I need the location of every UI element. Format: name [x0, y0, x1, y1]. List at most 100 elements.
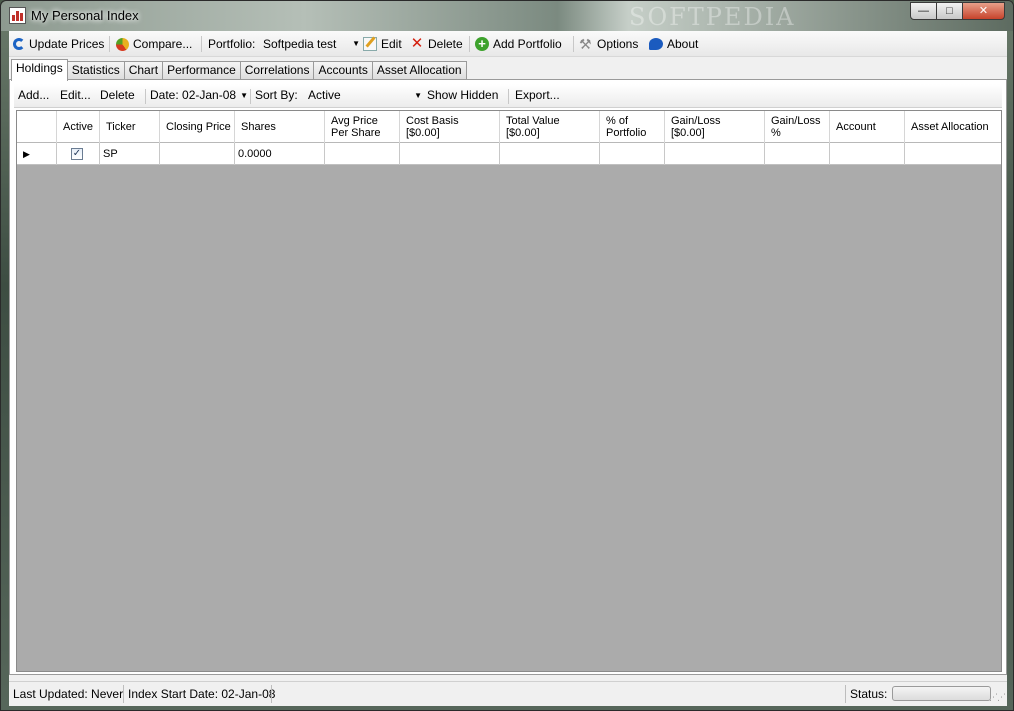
status-separator: [123, 685, 124, 703]
toolbar-separator: [250, 89, 251, 104]
column-header-total-value[interactable]: Total Value [$0.00]: [500, 111, 600, 143]
options-label: Options: [597, 37, 639, 51]
tab-performance[interactable]: Performance: [162, 61, 241, 80]
shares-cell[interactable]: 0.0000: [235, 143, 325, 165]
wrench-icon: ⚒: [579, 36, 592, 52]
column-header-rowselector: [17, 111, 57, 143]
tab-strip: Holdings Statistics Chart Performance Co…: [11, 59, 467, 81]
sort-by-label: Sort By:: [255, 88, 298, 102]
delete-x-icon: ✕: [410, 35, 424, 52]
column-header-closing-price[interactable]: Closing Price: [160, 111, 235, 143]
refresh-icon: [13, 38, 25, 50]
minimize-button[interactable]: —: [910, 2, 937, 20]
column-header-gain-loss[interactable]: Gain/Loss [$0.00]: [665, 111, 765, 143]
main-toolbar: Update Prices Compare... Portfolio: Soft…: [9, 31, 1007, 57]
status-bar: Last Updated: Never Index Start Date: 02…: [9, 681, 1007, 705]
date-label: Date: 02-Jan-08: [150, 88, 237, 102]
title-bar[interactable]: My Personal Index SOFTPEDIA — □ ✕: [1, 1, 1013, 31]
portfolio-dropdown[interactable]: Softpedia test ▼: [257, 35, 360, 53]
show-hidden-button[interactable]: Show Hidden: [427, 88, 498, 102]
last-updated-text: Last Updated: Never: [13, 687, 124, 701]
delete-portfolio-button[interactable]: ✕ Delete: [410, 35, 463, 53]
column-header-avg-price[interactable]: Avg Price Per Share: [325, 111, 400, 143]
edit-portfolio-button[interactable]: Edit: [363, 35, 402, 53]
column-header-shares[interactable]: Shares: [235, 111, 325, 143]
grid-header: Active Ticker Closing Price Shares Avg P…: [17, 111, 1001, 143]
closing-price-cell[interactable]: [160, 143, 235, 165]
gain-loss-cell[interactable]: [665, 143, 765, 165]
row-selector-arrow-icon[interactable]: ▶: [17, 143, 57, 165]
edit-holding-button[interactable]: Edit...: [60, 88, 91, 102]
avg-price-cell[interactable]: [325, 143, 400, 165]
toolbar-separator: [469, 36, 470, 52]
status-progress-bar: [892, 686, 991, 701]
total-value-cell[interactable]: [500, 143, 600, 165]
about-label: About: [667, 37, 699, 51]
column-header-active[interactable]: Active: [57, 111, 100, 143]
gain-loss-pct-cell[interactable]: [765, 143, 830, 165]
edit-pencil-icon: [363, 37, 377, 51]
delete-holding-button[interactable]: Delete: [100, 88, 135, 102]
app-chart-icon[interactable]: [9, 7, 26, 24]
active-checkbox[interactable]: ✓: [71, 148, 83, 160]
compare-button[interactable]: Compare...: [116, 35, 192, 53]
pct-portfolio-cell[interactable]: [600, 143, 665, 165]
tab-statistics[interactable]: Statistics: [66, 61, 125, 80]
tab-correlations[interactable]: Correlations: [239, 61, 315, 80]
sort-by-dropdown[interactable]: Active ▼: [304, 88, 422, 106]
toolbar-separator: [201, 36, 202, 52]
pie-chart-icon: [116, 37, 129, 51]
index-start-date-text: Index Start Date: 02-Jan-08: [128, 687, 276, 701]
portfolio-label: Portfolio:: [208, 37, 256, 51]
watermark: SOFTPEDIA: [629, 3, 796, 31]
chevron-down-icon: ▼: [414, 91, 422, 100]
update-prices-label: Update Prices: [29, 37, 105, 51]
compare-label: Compare...: [133, 37, 193, 51]
asset-allocation-cell[interactable]: [905, 143, 1001, 165]
add-portfolio-label: Add Portfolio: [493, 37, 562, 51]
app-window: My Personal Index SOFTPEDIA — □ ✕ Update…: [0, 0, 1014, 711]
column-header-asset-allocation[interactable]: Asset Allocation: [905, 111, 1001, 143]
toolbar-separator: [508, 89, 509, 104]
active-cell[interactable]: ✓: [57, 143, 100, 165]
add-holding-button[interactable]: Add...: [18, 88, 49, 102]
status-label: Status:: [850, 687, 888, 701]
column-header-ticker[interactable]: Ticker: [100, 111, 160, 143]
chevron-down-icon: ▼: [240, 91, 248, 100]
close-button[interactable]: ✕: [962, 2, 1005, 20]
options-button[interactable]: ⚒ Options: [579, 35, 638, 53]
holdings-panel: Add... Edit... Delete Date: 02-Jan-08 ▼ S…: [9, 79, 1007, 675]
client-area: Update Prices Compare... Portfolio: Soft…: [9, 31, 1007, 706]
tab-holdings[interactable]: Holdings: [11, 59, 68, 81]
column-header-account[interactable]: Account: [830, 111, 905, 143]
export-button[interactable]: Export...: [515, 88, 560, 102]
status-separator: [271, 685, 272, 703]
holdings-grid[interactable]: Active Ticker Closing Price Shares Avg P…: [16, 110, 1002, 672]
tab-accounts[interactable]: Accounts: [313, 61, 373, 80]
add-plus-icon: +: [475, 37, 489, 51]
column-header-cost-basis[interactable]: Cost Basis [$0.00]: [400, 111, 500, 143]
table-row[interactable]: ▶ ✓ SP 0.0000: [17, 143, 1001, 165]
sort-by-value: Active: [308, 88, 341, 102]
column-header-gain-loss-pct[interactable]: Gain/Loss %: [765, 111, 830, 143]
tab-chart[interactable]: Chart: [123, 61, 164, 80]
toolbar-separator: [573, 36, 574, 52]
edit-label: Edit: [381, 37, 402, 51]
date-dropdown[interactable]: Date: 02-Jan-08 ▼: [150, 88, 248, 102]
about-button[interactable]: About: [649, 35, 698, 53]
maximize-button[interactable]: □: [936, 2, 963, 20]
account-cell[interactable]: [830, 143, 905, 165]
update-prices-button[interactable]: Update Prices: [13, 35, 104, 53]
cost-basis-cell[interactable]: [400, 143, 500, 165]
ticker-cell[interactable]: SP: [100, 143, 160, 165]
holdings-toolbar: Add... Edit... Delete Date: 02-Jan-08 ▼ S…: [14, 84, 1002, 108]
delete-label: Delete: [428, 37, 463, 51]
portfolio-value: Softpedia test: [263, 37, 337, 51]
add-portfolio-button[interactable]: + Add Portfolio: [475, 35, 562, 53]
window-controls: — □ ✕: [910, 2, 1005, 20]
tab-asset-allocation[interactable]: Asset Allocation: [371, 61, 467, 80]
toolbar-separator: [145, 89, 146, 104]
window-title: My Personal Index: [31, 8, 139, 23]
resize-grip-icon[interactable]: ⋰⋰: [989, 692, 1006, 703]
column-header-pct-portfolio[interactable]: % of Portfolio: [600, 111, 665, 143]
